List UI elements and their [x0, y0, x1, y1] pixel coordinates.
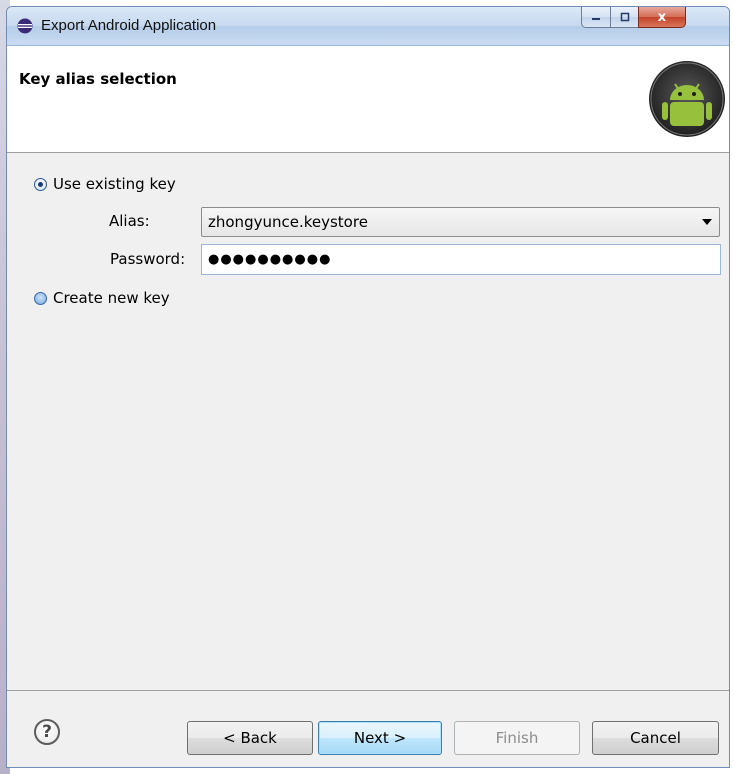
finish-button[interactable]: Finish	[454, 721, 580, 755]
next-button[interactable]: Next >	[318, 721, 442, 755]
create-new-key-radio[interactable]	[34, 291, 47, 305]
export-dialog: Export Android Application x Key alias s…	[6, 6, 730, 768]
title-bar[interactable]: Export Android Application x	[7, 7, 729, 46]
create-new-key-option[interactable]: Create new key	[34, 289, 170, 307]
password-field[interactable]: ●●●●●●●●●●	[201, 244, 721, 275]
password-value: ●●●●●●●●●●	[208, 252, 332, 267]
cancel-button[interactable]: Cancel	[592, 721, 719, 755]
use-existing-key-label: Use existing key	[53, 175, 176, 193]
back-button[interactable]: < Back	[187, 721, 313, 755]
help-icon[interactable]: ?	[34, 719, 60, 745]
minimize-icon	[592, 18, 600, 20]
dropdown-arrow-icon	[702, 219, 712, 225]
page-title: Key alias selection	[19, 70, 177, 88]
window-title: Export Android Application	[41, 17, 217, 34]
use-existing-key-option[interactable]: Use existing key	[34, 175, 176, 193]
help-glyph: ?	[42, 722, 52, 742]
alias-selected-value: zhongyunce.keystore	[208, 213, 368, 231]
use-existing-key-radio[interactable]	[34, 177, 47, 191]
alias-select[interactable]: zhongyunce.keystore	[201, 207, 720, 237]
maximize-icon	[620, 12, 629, 22]
button-bar: ? < Back Next > Finish Cancel	[7, 690, 729, 767]
eclipse-icon	[17, 18, 33, 34]
close-icon: x	[657, 9, 667, 25]
close-button[interactable]: x	[638, 7, 686, 28]
maximize-button[interactable]	[610, 7, 639, 28]
alias-label: Alias:	[109, 212, 150, 230]
minimize-button[interactable]	[581, 7, 611, 28]
key-selection-form: Use existing key Alias: zhongyunce.keyst…	[7, 153, 729, 689]
android-logo-icon	[649, 61, 725, 137]
create-new-key-label: Create new key	[53, 289, 170, 307]
wizard-banner: Key alias selection	[7, 46, 729, 153]
password-label: Password:	[110, 250, 186, 268]
